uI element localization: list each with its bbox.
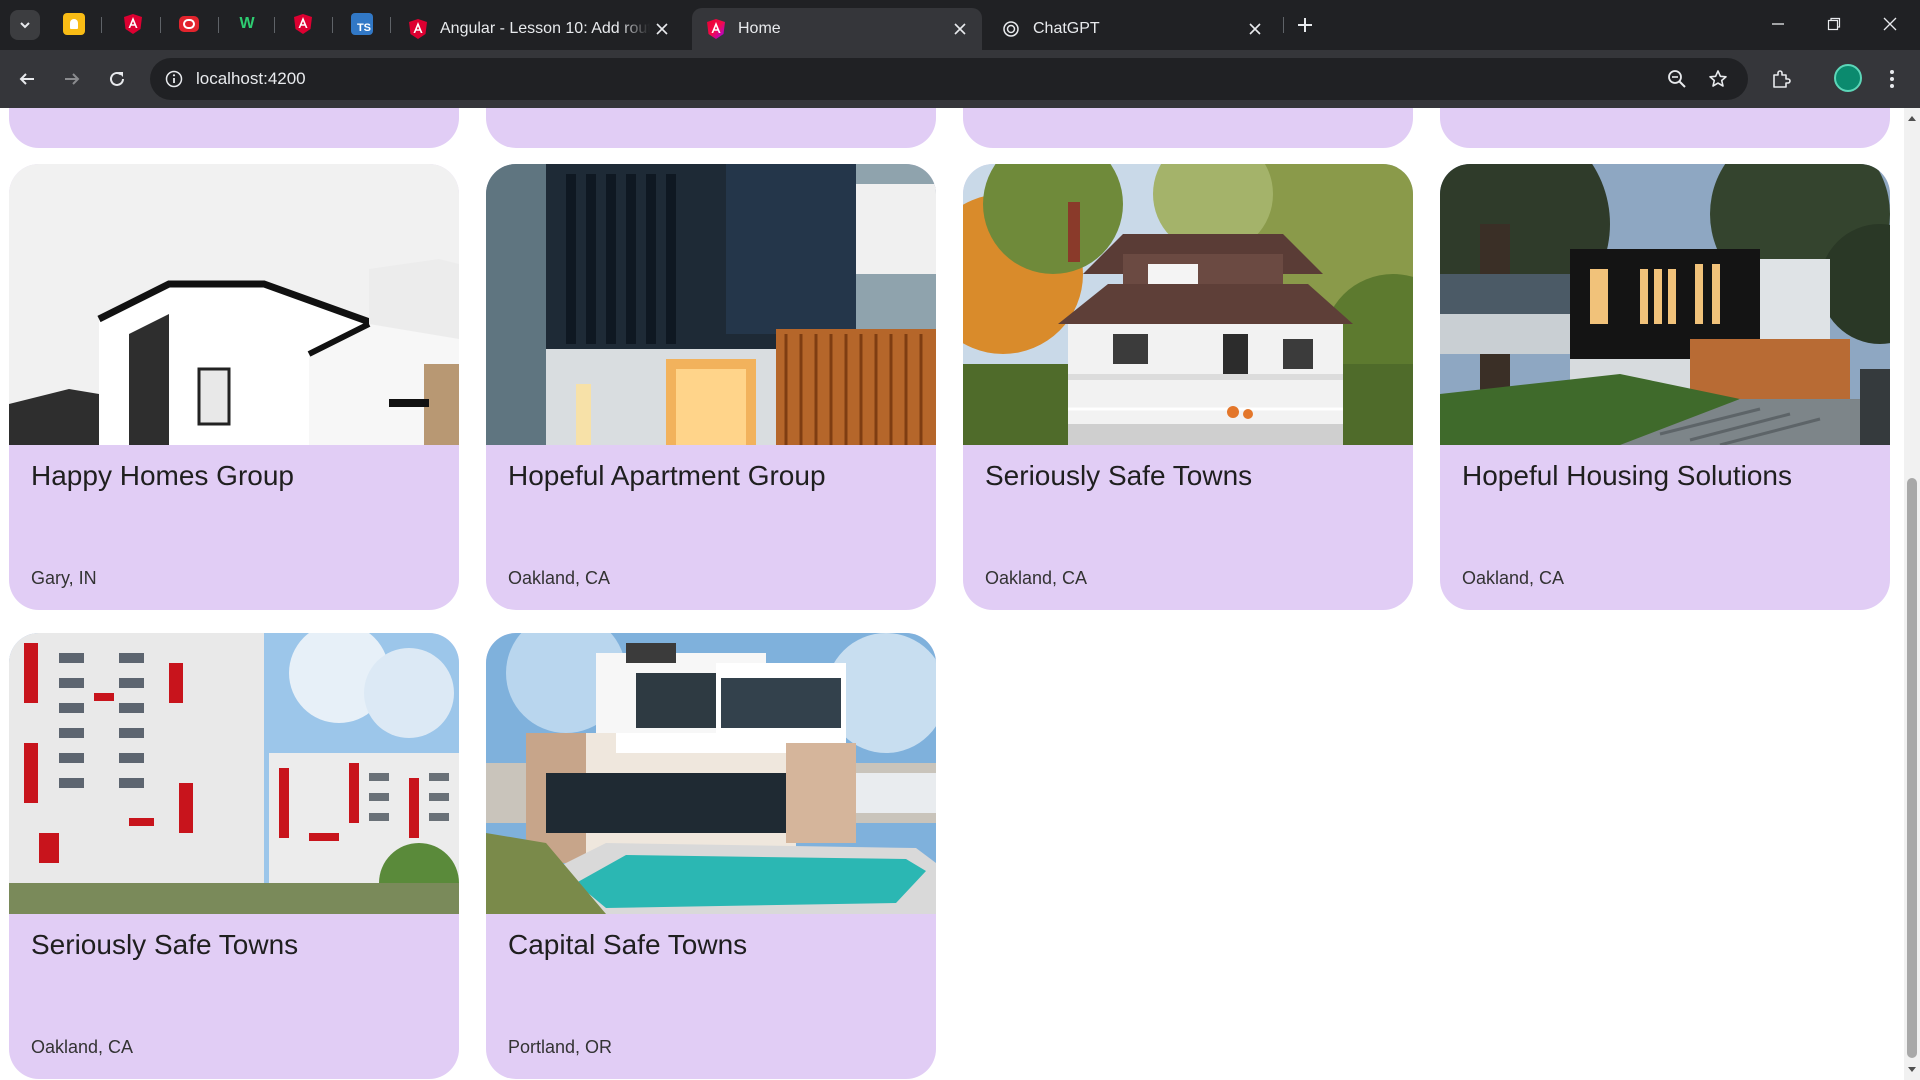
close-icon[interactable] [1243, 17, 1267, 41]
pinned-tab-opera[interactable] [178, 13, 200, 35]
close-window-button[interactable] [1862, 4, 1918, 44]
listing-photo [486, 164, 936, 445]
tab-separator [218, 17, 219, 33]
restore-icon [1827, 17, 1841, 31]
tab-title: Angular - Lesson 10: Add routes [440, 20, 650, 37]
listing-location: Oakland, CA [31, 1037, 134, 1057]
listing-location: Oakland, CA [985, 568, 1088, 588]
listing-card-partial[interactable] [486, 108, 936, 148]
listing-card-partial[interactable] [9, 108, 459, 148]
tab-home[interactable]: Home [692, 8, 982, 50]
tab-separator [274, 17, 275, 33]
kebab-menu-icon [1890, 70, 1894, 88]
listing-card[interactable]: Happy Homes Group Gary, IN [9, 164, 459, 610]
tab-title: Home [738, 20, 781, 37]
listing-name: Seriously Safe Towns [985, 460, 1253, 491]
browser-toolbar: localhost:4200 [0, 50, 1920, 108]
keep-icon [70, 19, 78, 29]
listing-card[interactable]: Hopeful Apartment Group Oakland, CA [486, 164, 936, 610]
scrollbar-thumb[interactable] [1907, 478, 1917, 1058]
tab-separator [160, 17, 161, 33]
listing-photo [1440, 164, 1890, 445]
arrow-left-icon [19, 73, 34, 85]
menu-button[interactable] [1876, 63, 1908, 95]
new-tab-button[interactable] [1290, 12, 1320, 38]
listing-location: Oakland, CA [1462, 568, 1565, 588]
listing-card[interactable]: Seriously Safe Towns Oakland, CA [9, 633, 459, 1079]
pinned-tab-angular[interactable] [122, 13, 144, 35]
back-button[interactable] [11, 63, 43, 95]
chatgpt-icon [1001, 19, 1021, 39]
angular-icon [124, 14, 142, 34]
listing-card-partial[interactable] [1440, 108, 1890, 148]
listing-location: Gary, IN [31, 568, 97, 588]
listing-name: Capital Safe Towns [508, 929, 748, 960]
tab-separator [1283, 17, 1284, 33]
tab-separator [332, 17, 333, 33]
tab-search-button[interactable] [10, 10, 40, 40]
chevron-down-icon [20, 22, 30, 29]
arrow-right-icon [65, 73, 80, 85]
reload-button[interactable] [101, 63, 133, 95]
listing-name: Hopeful Housing Solutions [1462, 460, 1792, 491]
opera-icon [179, 16, 199, 32]
pinned-tab-angular-2[interactable] [292, 13, 314, 35]
listing-card[interactable]: Seriously Safe Towns Oakland, CA [963, 164, 1413, 610]
restore-button[interactable] [1806, 4, 1862, 44]
listing-location: Oakland, CA [508, 568, 611, 588]
tab-chatgpt[interactable]: ChatGPT [987, 8, 1277, 50]
tab-strip: W TS Angular - Lesson 10: Add routes Hom… [0, 0, 1920, 50]
puzzle-icon [1773, 70, 1791, 88]
tab-angular-lesson[interactable]: Angular - Lesson 10: Add routes [394, 8, 684, 50]
close-icon[interactable] [948, 17, 972, 41]
listing-name: Happy Homes Group [31, 460, 295, 491]
listing-photo [486, 633, 936, 914]
minimize-button[interactable] [1750, 4, 1806, 44]
tab-title: ChatGPT [1033, 20, 1100, 37]
listing-location: Portland, OR [508, 1037, 613, 1057]
reload-icon [110, 71, 124, 86]
profile-avatar[interactable] [1834, 64, 1862, 92]
listing-photo [963, 164, 1413, 445]
webflow-icon[interactable]: W [236, 13, 258, 35]
angular-icon [408, 19, 428, 39]
angular-gradient-icon [706, 19, 726, 39]
extensions-button[interactable] [1765, 63, 1797, 95]
vertical-scrollbar[interactable] [1904, 108, 1920, 1080]
listing-card[interactable]: Capital Safe Towns Portland, OR [486, 633, 936, 1079]
typescript-icon[interactable]: TS [351, 13, 373, 35]
bookmark-star-icon[interactable] [1706, 67, 1730, 91]
angular-icon [294, 14, 312, 34]
listing-photo [9, 164, 459, 445]
tab-separator [390, 17, 391, 33]
scroll-down-icon[interactable] [1904, 1062, 1920, 1078]
minimize-icon [1772, 23, 1784, 25]
url-text[interactable]: localhost:4200 [196, 69, 306, 89]
plus-icon [1298, 18, 1312, 32]
close-icon[interactable] [650, 17, 674, 41]
listing-card-partial[interactable] [963, 108, 1413, 148]
forward-button[interactable] [56, 63, 88, 95]
listing-card[interactable]: Hopeful Housing Solutions Oakland, CA [1440, 164, 1890, 610]
listing-photo [9, 633, 459, 914]
page-content: Happy Homes Group Gary, IN Hopeful Apart… [0, 108, 1904, 1080]
address-bar[interactable]: localhost:4200 [150, 58, 1748, 100]
zoom-icon[interactable] [1665, 67, 1689, 91]
tab-separator [101, 17, 102, 33]
pinned-tab-keep[interactable] [63, 13, 85, 35]
site-info-icon[interactable] [162, 67, 186, 91]
scroll-up-icon[interactable] [1904, 110, 1920, 126]
listing-name: Hopeful Apartment Group [508, 460, 826, 491]
close-icon [1883, 17, 1897, 31]
listing-name: Seriously Safe Towns [31, 929, 299, 960]
